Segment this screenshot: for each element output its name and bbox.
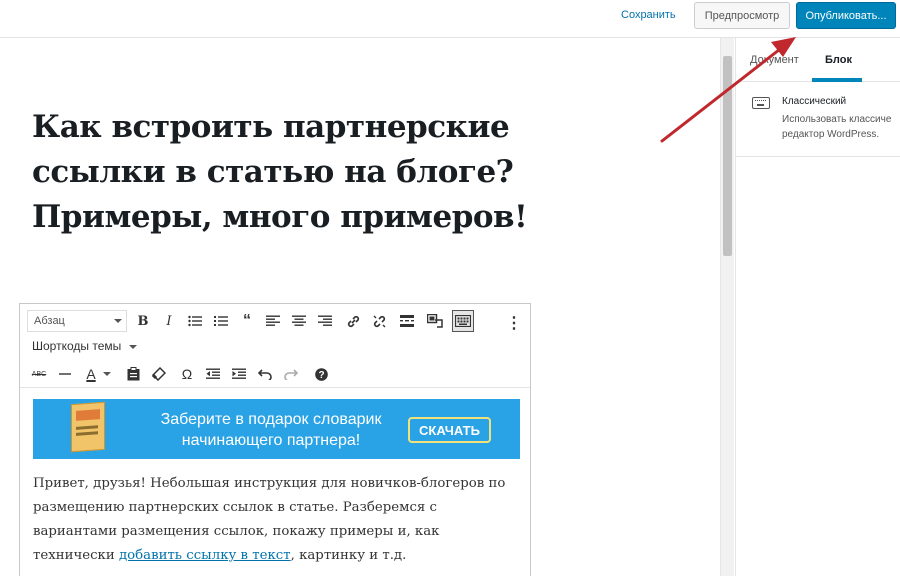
block-description-line: редактор WordPress. [782,129,880,140]
read-more-icon[interactable] [396,310,418,332]
post-title[interactable]: Как встроить партнерские ссылки в статью… [32,105,532,240]
shortcodes-dropdown[interactable]: Шорткоды темы [32,339,137,353]
clear-formatting-icon[interactable] [148,363,170,385]
editor-screen: Сохранить Предпросмотр Опубликовать... К… [0,0,900,576]
post-paragraph[interactable]: Привет, друзья! Небольшая инструкция для… [33,472,518,568]
chevron-down-icon [128,344,137,349]
block-inspector-card: Классический Использовать классиче редак… [736,82,900,157]
blockquote-icon[interactable]: “ [236,310,258,332]
editor-scrollbar[interactable] [720,38,734,576]
publish-button[interactable]: Опубликовать... [796,2,896,29]
svg-text:?: ? [318,370,324,381]
align-center-icon[interactable] [288,310,310,332]
settings-sidebar: Документ Блок Классический Использовать … [735,38,900,576]
bold-icon[interactable]: B [132,310,154,332]
toolbar-row-advanced: ABC A Ω ? [20,359,530,387]
book-cover-image [71,401,105,453]
numbered-list-icon[interactable] [210,310,232,332]
undo-icon[interactable] [254,363,276,385]
strikethrough-icon[interactable]: ABC [28,363,50,385]
help-icon[interactable]: ? [310,363,332,385]
horizontal-line-icon[interactable] [54,363,76,385]
redo-icon[interactable] [280,363,302,385]
chevron-down-icon[interactable] [100,363,114,385]
tab-block[interactable]: Блок [825,54,852,66]
keyboard-icon [752,97,770,109]
save-draft-link[interactable]: Сохранить [621,9,676,21]
italic-icon[interactable]: I [158,310,180,332]
tab-document[interactable]: Документ [750,54,799,66]
indent-icon[interactable] [228,363,250,385]
classic-block[interactable]: Абзац B I “ ⋮ Шорткоды темы ABC A Ω ? За… [19,303,531,576]
sidebar-tabs: Документ Блок [736,38,900,82]
align-left-icon[interactable] [262,310,284,332]
shortcodes-label: Шорткоды темы [32,339,122,353]
shortcode-icon[interactable] [424,310,446,332]
unlink-icon[interactable] [368,310,390,332]
banner-text: Заберите в подарок словарик начинающего … [160,411,382,449]
block-type-description: Использовать классиче редактор WordPress… [782,112,900,142]
toolbar-toggle-icon[interactable] [452,310,474,332]
bullet-list-icon[interactable] [184,310,206,332]
promo-banner[interactable]: Заберите в подарок словарик начинающего … [33,399,520,459]
link-icon[interactable] [342,310,364,332]
toolbar-row-shortcodes: Шорткоды темы [20,332,530,360]
editor-header: Сохранить Предпросмотр Опубликовать... [0,0,900,38]
preview-button[interactable]: Предпросмотр [694,2,790,29]
format-select-value: Абзац [34,315,65,327]
toolbar-row-formatting: Абзац B I “ ⋮ [20,306,530,334]
paste-text-icon[interactable] [122,363,144,385]
format-select[interactable]: Абзац [27,310,127,332]
paragraph-text-end: , картинку и т.д. [290,548,407,563]
text-color-icon[interactable]: A [80,363,102,385]
block-type-title: Классический [782,96,847,107]
classic-toolbar: Абзац B I “ ⋮ Шорткоды темы ABC A Ω ? [20,304,530,388]
download-button[interactable]: СКАЧАТЬ [408,417,491,443]
chevron-down-icon [114,319,122,323]
more-options-icon[interactable]: ⋮ [503,312,525,334]
add-link-in-text-link[interactable]: добавить ссылку в текст [119,548,291,563]
block-description-line: Использовать классиче [782,114,892,125]
outdent-icon[interactable] [202,363,224,385]
align-right-icon[interactable] [314,310,336,332]
scrollbar-thumb[interactable] [723,56,732,256]
special-character-icon[interactable]: Ω [176,363,198,385]
